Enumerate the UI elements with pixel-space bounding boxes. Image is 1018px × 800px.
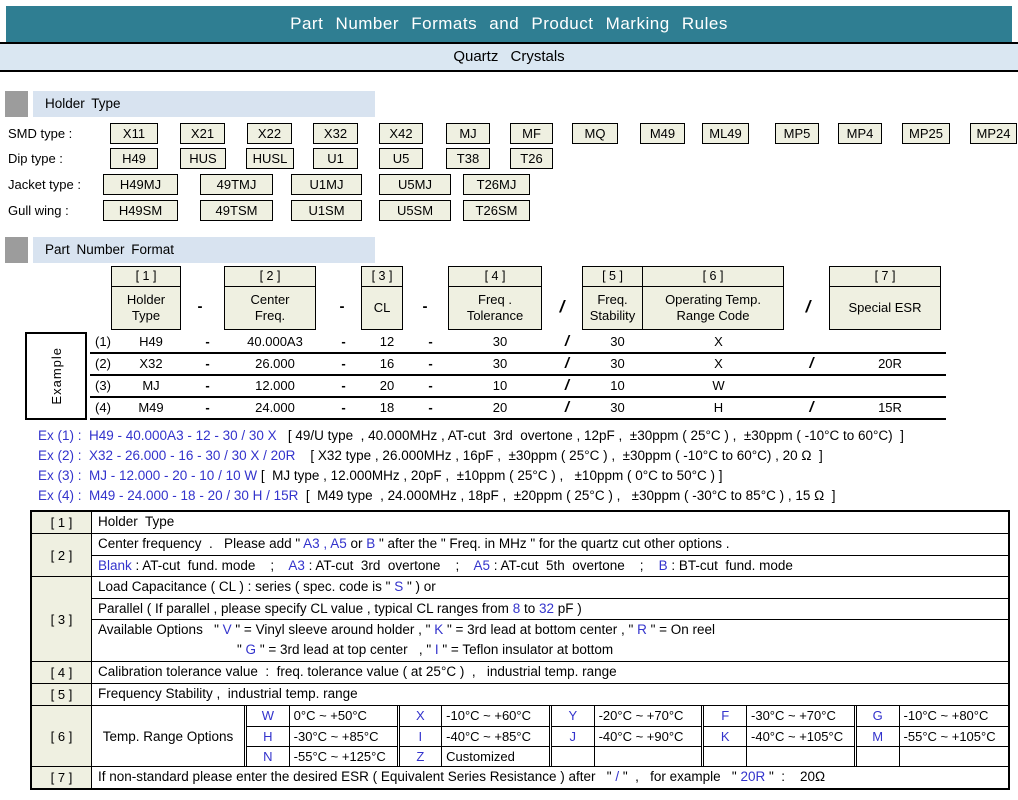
- page-title: Part Number Formats and Product Marking …: [6, 6, 1012, 42]
- temp-range-options-label: Temp. Range Options: [92, 706, 244, 766]
- example-description-line: Ex (3) : MJ - 12.000 - 20 - 10 / 10 W [ …: [38, 466, 1018, 486]
- holder-code-box: ML49: [702, 123, 749, 144]
- holder-code-box: U5SM: [379, 200, 451, 221]
- holder-code-box: T26: [510, 148, 553, 169]
- holder-code-box: X11: [110, 123, 158, 144]
- holder-code-box: MP5: [775, 123, 819, 144]
- example-description-line: Ex (1) : H49 - 40.000A3 - 12 - 30 / 30 X…: [38, 426, 1018, 446]
- section-title: Holder Type: [33, 91, 375, 117]
- holder-row-smd: SMD type : X11 X21 X22 X32 X42 MJ MF MQ …: [0, 123, 1018, 144]
- holder-code-box: X22: [247, 123, 292, 144]
- row-label: Dip type :: [8, 151, 63, 166]
- section-marker-icon: [5, 91, 28, 117]
- pnf-field-2: [ 2 ] CenterFreq.: [224, 266, 316, 330]
- holder-code-box: U1: [313, 148, 358, 169]
- pnf-field-7: [ 7 ] Special ESR: [829, 266, 941, 330]
- section-header-holder-type: Holder Type: [0, 91, 1018, 117]
- spec-row-4: [ 4 ] Calibration tolerance value : freq…: [32, 662, 1008, 684]
- holder-code-box: U1MJ: [291, 174, 362, 195]
- spec-row-number: [ 6 ]: [32, 706, 92, 766]
- holder-code-box: U1SM: [291, 200, 362, 221]
- holder-code-box: MJ: [446, 123, 490, 144]
- holder-code-box: 49TSM: [200, 200, 273, 221]
- spec-row-number: [ 3 ]: [32, 577, 92, 661]
- row-label: SMD type :: [8, 126, 72, 141]
- spec-row-number: [ 5 ]: [32, 684, 92, 705]
- holder-code-box: MP4: [838, 123, 882, 144]
- spec-row-1: [ 1 ] Holder Type: [32, 512, 1008, 534]
- spec-row-number: [ 7 ]: [32, 767, 92, 788]
- spec-table: [ 1 ] Holder Type [ 2 ] Center frequency…: [30, 510, 1010, 790]
- spec-row-number: [ 4 ]: [32, 662, 92, 683]
- pnf-separator-slash: /: [797, 286, 819, 328]
- holder-code-box: U5MJ: [379, 174, 451, 195]
- spec-row-6: [ 6 ] Temp. Range Options W0°C ~ +50°C X…: [32, 706, 1008, 767]
- example-table: Example (1)H49-40.000A3-12-30/30X (2)X32…: [25, 332, 1018, 420]
- holder-code-box: T26SM: [463, 200, 530, 221]
- section-header-part-number-format: Part Number Format: [0, 237, 1018, 263]
- pnf-separator-slash: /: [551, 286, 573, 328]
- holder-code-box: T26MJ: [463, 174, 530, 195]
- spec-row-3: [ 3 ] Load Capacitance ( CL ) : series (…: [32, 577, 1008, 662]
- spec-row-number: [ 2 ]: [32, 534, 92, 576]
- pnf-separator-dash: -: [331, 286, 353, 328]
- holder-code-box: T38: [446, 148, 490, 169]
- holder-row-dip: Dip type : H49 HUS HUSL U1 U5 T38 T26: [0, 148, 1018, 169]
- holder-row-jacket: Jacket type : H49MJ 49TMJ U1MJ U5MJ T26M…: [0, 174, 1018, 195]
- holder-code-box: U5: [379, 148, 423, 169]
- holder-row-gullwing: Gull wing : H49SM 49TSM U1SM U5SM T26SM: [0, 200, 1018, 221]
- holder-code-box: M49: [640, 123, 685, 144]
- holder-code-box: MP25: [902, 123, 950, 144]
- example-row: (1)H49-40.000A3-12-30/30X: [90, 332, 946, 354]
- holder-code-box: H49MJ: [103, 174, 178, 195]
- example-description-line: Ex (4) : M49 - 24.000 - 18 - 20 / 30 H /…: [38, 486, 1018, 506]
- example-side-label: Example: [25, 332, 87, 420]
- pnf-field-4: [ 4 ] Freq .Tolerance: [448, 266, 542, 330]
- spec-row-7: [ 7 ] If non-standard please enter the d…: [32, 767, 1008, 788]
- holder-code-box: X42: [379, 123, 423, 144]
- holder-code-box: HUSL: [246, 148, 294, 169]
- pnf-field-3: [ 3 ] CL: [361, 266, 403, 330]
- holder-code-box: X21: [180, 123, 225, 144]
- holder-code-box: X32: [313, 123, 358, 144]
- section-marker-icon: [5, 237, 28, 263]
- pnf-field-1: [ 1 ] HolderType: [111, 266, 181, 330]
- spec-row-5: [ 5 ] Frequency Stability , industrial t…: [32, 684, 1008, 706]
- spec-row-number: [ 1 ]: [32, 512, 92, 533]
- holder-code-box: MP24: [970, 123, 1017, 144]
- spec-row-2: [ 2 ] Center frequency . Please add " A3…: [32, 534, 1008, 577]
- pnf-field-6: [ 6 ] Operating Temp.Range Code: [642, 266, 784, 330]
- holder-code-box: 49TMJ: [200, 174, 273, 195]
- pnf-field-5: [ 5 ] Freq.Stability: [582, 266, 643, 330]
- holder-code-box: MQ: [572, 123, 618, 144]
- pnf-separator-dash: -: [189, 286, 211, 328]
- holder-code-box: MF: [510, 123, 553, 144]
- holder-code-box: HUS: [180, 148, 226, 169]
- example-descriptions: Ex (1) : H49 - 40.000A3 - 12 - 30 / 30 X…: [38, 426, 1018, 506]
- row-label: Jacket type :: [8, 177, 81, 192]
- holder-code-box: H49SM: [103, 200, 178, 221]
- pnf-separator-dash: -: [414, 286, 436, 328]
- example-row: (4)M49-24.000-18-20/30H/15R: [90, 398, 946, 420]
- temp-range-table: W0°C ~ +50°C X-10°C ~ +60°C Y-20°C ~ +70…: [244, 706, 1008, 766]
- example-description-line: Ex (2) : X32 - 26.000 - 16 - 30 / 30 X /…: [38, 446, 1018, 466]
- section-title: Part Number Format: [33, 237, 375, 263]
- holder-code-box: H49: [110, 148, 158, 169]
- example-row: (3)MJ-12.000-20-10/10W: [90, 376, 946, 398]
- example-row: (2)X32-26.000-16-30/30X/20R: [90, 354, 946, 376]
- row-label: Gull wing :: [8, 203, 69, 218]
- part-number-format-diagram: [ 1 ] HolderType - [ 2 ] CenterFreq. - […: [0, 266, 1018, 332]
- subtitle: Quartz Crystals: [0, 42, 1018, 72]
